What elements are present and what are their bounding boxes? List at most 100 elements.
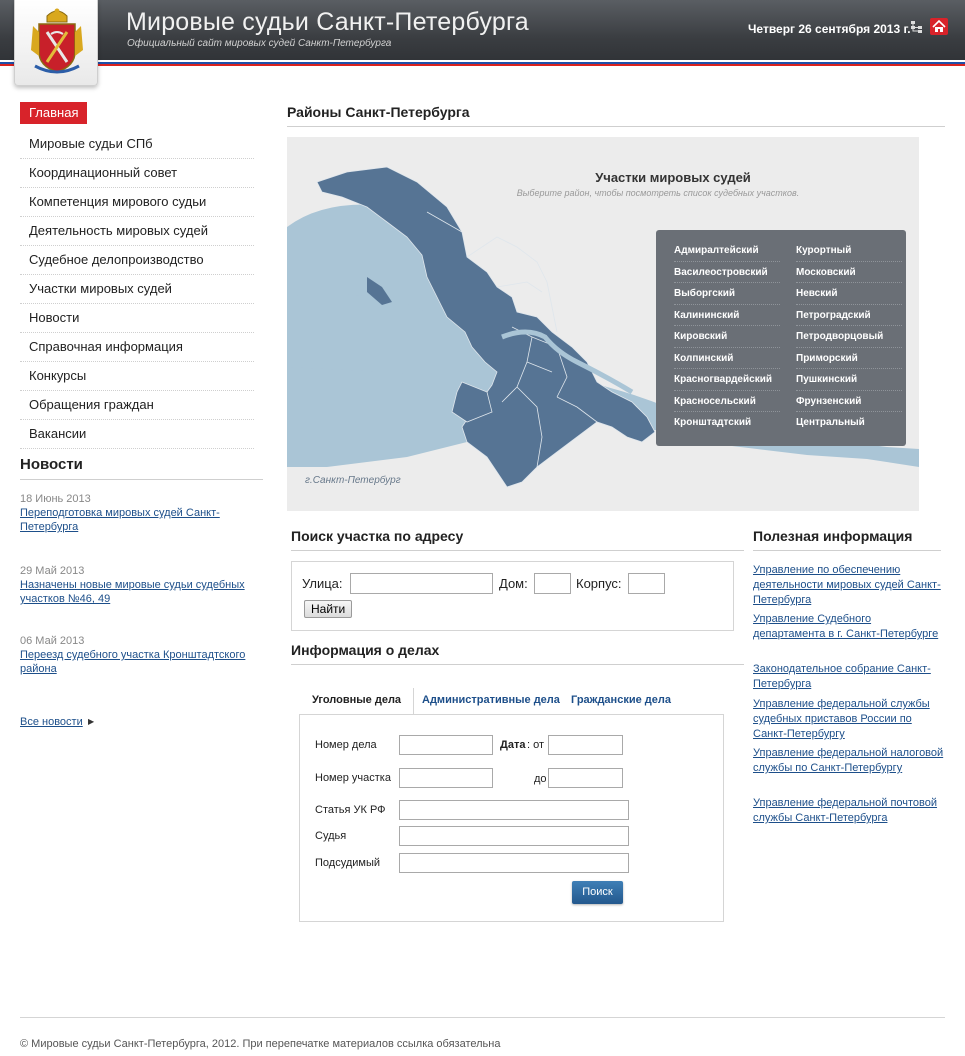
district-link[interactable]: Петроградский (796, 305, 902, 326)
footer-copyright: © Мировые судьи Санкт-Петербурга, 2012. … (20, 1038, 501, 1050)
districts-heading: Районы Санкт-Петербурга (287, 104, 945, 127)
case-number-label: Номер дела (315, 739, 377, 751)
district-link[interactable]: Кировский (674, 326, 780, 348)
case-number-input[interactable] (399, 735, 493, 755)
useful-info-heading: Полезная информация (753, 528, 941, 551)
district-link[interactable]: Приморский (796, 348, 902, 369)
nav-item-activity[interactable]: Деятельность мировых судей (20, 217, 254, 246)
date-to-input[interactable] (548, 768, 623, 788)
district-number-label: Номер участка (315, 772, 391, 784)
news-link[interactable]: Переезд судебного участка Кронштадтского… (20, 648, 260, 676)
nav-item-districts[interactable]: Участки мировых судей (20, 275, 254, 304)
defendant-input[interactable] (399, 853, 629, 873)
find-button[interactable]: Найти (304, 600, 353, 618)
nav-item-judges[interactable]: Мировые судьи СПб (20, 130, 254, 159)
date-label: Дата (500, 739, 526, 751)
nav-item-proceedings[interactable]: Судебное делопроизводство (20, 246, 254, 275)
district-column-left: Адмиралтейский Василеостровский Выборгск… (674, 240, 780, 434)
district-column-right: Курортный Московский Невский Петроградск… (796, 240, 902, 434)
city-label: г.Санкт-Петербург (305, 475, 401, 486)
district-link[interactable]: Московский (796, 262, 902, 283)
useful-link-item: Управление федеральной налоговой службы … (753, 746, 945, 776)
district-link[interactable]: Кронштадтский (674, 412, 780, 434)
nav-item-appeals[interactable]: Обращения граждан (20, 391, 254, 420)
nav-item-news[interactable]: Новости (20, 304, 254, 333)
district-link[interactable]: Красногвардейский (674, 369, 780, 391)
district-link[interactable]: Пушкинский (796, 369, 902, 391)
house-input[interactable] (534, 573, 571, 594)
nav-item-reference[interactable]: Справочная информация (20, 333, 254, 362)
article-input[interactable] (399, 800, 629, 820)
tab-administrative[interactable]: Административные дела (422, 688, 560, 715)
defendant-label: Подсудимый (315, 857, 381, 869)
district-link[interactable]: Выборгский (674, 283, 780, 305)
district-link[interactable]: Фрунзенский (796, 391, 902, 412)
date-from-input[interactable] (548, 735, 623, 755)
nav-item-vacancies[interactable]: Вакансии (20, 420, 254, 449)
district-link[interactable]: Калининский (674, 305, 780, 326)
news-link[interactable]: Назначены новые мировые судьи судебных у… (20, 578, 260, 606)
sitemap-icon[interactable] (910, 20, 924, 34)
useful-link[interactable]: Управление федеральной почтовой службы С… (753, 796, 945, 826)
emblem-logo[interactable] (14, 0, 98, 86)
useful-link-item: Управление федеральной почтовой службы С… (753, 796, 945, 826)
map-title: Участки мировых судей (595, 170, 751, 185)
news-date: 06 Май 2013 (20, 635, 85, 647)
tab-civil[interactable]: Гражданские дела (571, 688, 671, 715)
district-number-input[interactable] (399, 768, 493, 788)
district-link[interactable]: Петродворцовый (796, 326, 902, 348)
building-label: Корпус: (576, 576, 622, 591)
main-nav: Главная Мировые судьи СПб Координационны… (20, 102, 254, 449)
cases-form: Номер дела Дата : от Номер участка до Ст… (299, 714, 724, 922)
site-title: Мировые судьи Санкт-Петербурга (126, 8, 529, 36)
useful-link[interactable]: Управление федеральной налоговой службы … (753, 746, 945, 776)
news-item: 06 Май 2013 Переезд судебного участка Кр… (20, 635, 260, 676)
useful-link[interactable]: Управление Судебного департамента в г. С… (753, 612, 945, 642)
district-map[interactable]: Участки мировых судей Выберите район, чт… (287, 137, 919, 511)
article-label: Статья УК РФ (315, 804, 386, 816)
district-link[interactable]: Красносельский (674, 391, 780, 412)
useful-link-item: Управление федеральной службы судебных п… (753, 697, 945, 742)
building-input[interactable] (628, 573, 665, 594)
nav-item-competence[interactable]: Компетенция мирового судьи (20, 188, 254, 217)
news-link[interactable]: Переподготовка мировых судей Санкт-Петер… (20, 506, 260, 534)
home-icon[interactable] (930, 18, 948, 35)
useful-link-item: Законодательное собрание Санкт-Петербург… (753, 662, 945, 692)
judge-label: Судья (315, 830, 347, 842)
district-link[interactable]: Василеостровский (674, 262, 780, 283)
cases-tabs: Уголовные дела Административные дела Гра… (300, 688, 723, 715)
search-button[interactable]: Поиск (572, 881, 623, 904)
district-link[interactable]: Колпинский (674, 348, 780, 369)
nav-item-contests[interactable]: Конкурсы (20, 362, 254, 391)
nav-item-council[interactable]: Координационный совет (20, 159, 254, 188)
news-item: 18 Июнь 2013 Переподготовка мировых суде… (20, 493, 260, 534)
arrow-right-icon: ▶ (88, 717, 95, 726)
map-subtitle: Выберите район, чтобы посмотреть список … (516, 188, 800, 198)
tab-criminal[interactable]: Уголовные дела (300, 688, 415, 715)
date-from-label: : от (527, 739, 545, 751)
news-item: 29 Май 2013 Назначены новые мировые судь… (20, 565, 260, 606)
street-input[interactable] (350, 573, 493, 594)
useful-link-item: Управление Судебного департамента в г. С… (753, 612, 945, 642)
coat-of-arms-icon (31, 8, 83, 74)
site-subtitle: Официальный сайт мировых судей Санкт-Пет… (127, 38, 392, 49)
useful-link[interactable]: Управление федеральной службы судебных п… (753, 697, 945, 742)
news-date: 18 Июнь 2013 (20, 493, 91, 505)
news-heading: Новости (20, 456, 263, 480)
district-list-panel: Адмиралтейский Василеостровский Выборгск… (656, 230, 906, 446)
current-date: Четверг 26 сентября 2013 г. (748, 22, 911, 36)
district-link[interactable]: Невский (796, 283, 902, 305)
district-link[interactable]: Курортный (796, 240, 902, 262)
district-link[interactable]: Центральный (796, 412, 902, 434)
news-date: 29 Май 2013 (20, 565, 85, 577)
useful-link[interactable]: Законодательное собрание Санкт-Петербург… (753, 662, 945, 692)
flag-stripe (0, 60, 965, 66)
all-news-link[interactable]: Все новости (20, 716, 83, 728)
judge-input[interactable] (399, 826, 629, 846)
nav-item-home[interactable]: Главная (20, 102, 88, 124)
district-link[interactable]: Адмиралтейский (674, 240, 780, 262)
street-label: Улица: (302, 576, 343, 591)
useful-link[interactable]: Управление по обеспечению деятельности м… (753, 563, 945, 608)
house-label: Дом: (499, 576, 528, 591)
cases-heading: Информация о делах (291, 642, 744, 665)
